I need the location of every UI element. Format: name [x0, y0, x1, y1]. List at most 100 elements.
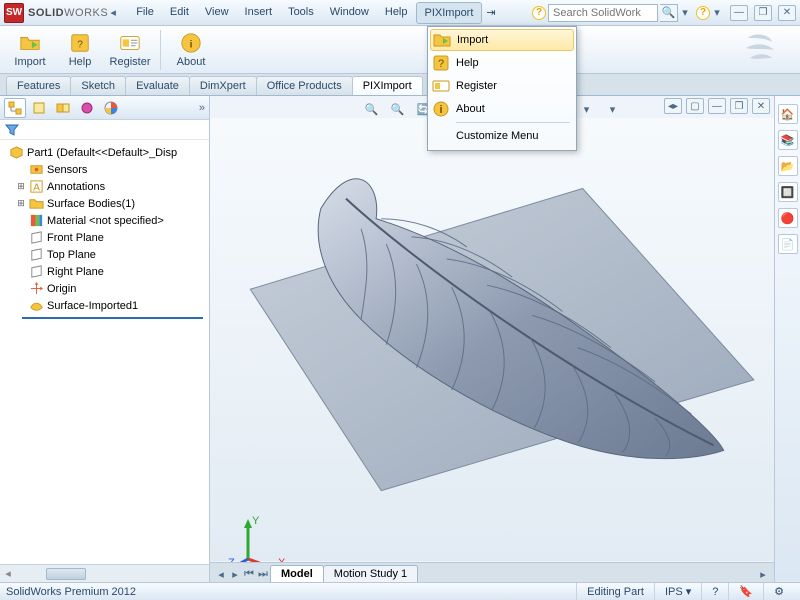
restore-icon[interactable]: ❐: [754, 5, 772, 21]
sidebar-hscroll[interactable]: ◂: [0, 564, 209, 582]
menu-item-customize[interactable]: Customize Menu: [430, 125, 574, 147]
tab-features[interactable]: Features: [6, 76, 71, 95]
titlebar: SW SOLIDWORKS ◂ File Edit View Insert To…: [0, 0, 800, 26]
doc-prev-icon[interactable]: ◂▸: [664, 98, 682, 114]
menu-item-register[interactable]: Register: [430, 75, 574, 97]
menu-item-import[interactable]: Import: [430, 29, 574, 51]
register-button[interactable]: Register: [106, 28, 154, 72]
viewport[interactable]: 🔍 🔍 🔄 ◧ ⬚▾ ◍▾ 👁▾ 🎨▾ ▾ ▾ ◂▸ ▢ — ❐ ✕: [210, 96, 774, 582]
fmtab-display[interactable]: [100, 98, 122, 118]
expander-icon[interactable]: ⊞: [16, 198, 26, 209]
doctab-model[interactable]: Model: [270, 565, 324, 582]
status-rebuild-icon[interactable]: ⚙: [763, 583, 794, 600]
doc-min-icon[interactable]: —: [708, 98, 726, 114]
rollback-bar[interactable]: [22, 317, 203, 319]
status-tag-icon[interactable]: 🔖: [728, 583, 763, 600]
menu-item-help[interactable]: ? Help: [430, 52, 574, 74]
fmtab-dimxpert[interactable]: [76, 98, 98, 118]
tree-origin[interactable]: Origin: [2, 280, 207, 297]
fmtab-tree[interactable]: [4, 98, 26, 118]
svg-text:?: ?: [438, 58, 444, 70]
register-label: Register: [110, 56, 151, 68]
tree-item-label: Surface Bodies(1): [47, 198, 135, 210]
filter-icon[interactable]: [4, 122, 20, 138]
view-settings-icon[interactable]: ▾: [603, 99, 623, 119]
tree-front-plane[interactable]: Front Plane: [2, 229, 207, 246]
task-library-icon[interactable]: 📚: [778, 130, 798, 150]
tree-right-plane[interactable]: Right Plane: [2, 263, 207, 280]
fmtab-config[interactable]: [52, 98, 74, 118]
tree-top-plane[interactable]: Top Plane: [2, 246, 207, 263]
filter-row: [0, 120, 209, 140]
tree-sensors[interactable]: Sensors: [2, 161, 207, 178]
menu-insert[interactable]: Insert: [237, 2, 281, 24]
register-card-icon: [119, 32, 141, 54]
menu-tools[interactable]: Tools: [280, 2, 322, 24]
tab-sketch[interactable]: Sketch: [70, 76, 126, 95]
doctab-scroll-right-icon[interactable]: ▸: [756, 566, 770, 582]
close-icon[interactable]: ✕: [778, 5, 796, 21]
tree-root[interactable]: Part1 (Default<<Default>_Disp: [2, 144, 207, 161]
help-label: Help: [69, 56, 92, 68]
status-units[interactable]: IPS ▾: [654, 583, 701, 600]
scroll-left-icon[interactable]: ◂: [0, 567, 16, 580]
search-icon[interactable]: 🔍: [660, 4, 678, 22]
menu-view[interactable]: View: [197, 2, 237, 24]
menu-item-about[interactable]: i About: [430, 98, 574, 120]
doctab-first-icon[interactable]: ⏮: [242, 566, 256, 582]
ds-logo: [742, 28, 794, 71]
search-input[interactable]: [548, 4, 658, 22]
app-brand: SOLIDWORKS: [28, 7, 108, 19]
menu-window[interactable]: Window: [322, 2, 377, 24]
about-button[interactable]: i About: [167, 28, 215, 72]
task-properties-icon[interactable]: 📄: [778, 234, 798, 254]
menu-bar: File Edit View Insert Tools Window Help …: [128, 2, 482, 24]
tab-piximport[interactable]: PIXImport: [352, 76, 423, 95]
menu-file[interactable]: File: [128, 2, 162, 24]
minimize-icon[interactable]: —: [730, 5, 748, 21]
zoom-fit-icon[interactable]: 🔍: [362, 99, 382, 119]
doc-window-icon[interactable]: ▢: [686, 98, 704, 114]
help2-icon[interactable]: ?: [696, 6, 710, 20]
tree-material[interactable]: Material <not specified>: [2, 212, 207, 229]
task-home-icon[interactable]: 🏠: [778, 104, 798, 124]
fmtab-overflow-icon[interactable]: »: [199, 102, 205, 114]
help-dropdown-icon[interactable]: ▾: [712, 6, 722, 19]
tree-item-label: Material <not specified>: [47, 215, 164, 227]
zoom-area-icon[interactable]: 🔍: [388, 99, 408, 119]
doctab-motion[interactable]: Motion Study 1: [323, 565, 418, 582]
help-button[interactable]: ? Help: [56, 28, 104, 72]
doc-restore-icon[interactable]: ❐: [730, 98, 748, 114]
status-help-icon[interactable]: ?: [701, 583, 728, 600]
menu-edit[interactable]: Edit: [162, 2, 197, 24]
fmtab-property[interactable]: [28, 98, 50, 118]
task-appearance-icon[interactable]: 🔴: [778, 208, 798, 228]
menu-piximport[interactable]: PIXImport: [416, 2, 483, 24]
tab-dimxpert[interactable]: DimXpert: [189, 76, 257, 95]
scene-icon[interactable]: ▾: [577, 99, 597, 119]
doc-close-icon[interactable]: ✕: [752, 98, 770, 114]
import-button[interactable]: Import: [6, 28, 54, 72]
folder-icon: [29, 196, 44, 211]
menu-collapse-icon[interactable]: ◂: [108, 6, 118, 19]
task-view-icon[interactable]: 🔲: [778, 182, 798, 202]
piximport-toolbar: Import ? Help Register i About: [0, 26, 800, 74]
help-icon[interactable]: ?: [532, 6, 546, 20]
tree-surface-bodies[interactable]: ⊞ Surface Bodies(1): [2, 195, 207, 212]
search-dropdown-icon[interactable]: ▾: [680, 6, 690, 19]
tree-annotations[interactable]: ⊞AAnnotations: [2, 178, 207, 195]
doctab-last-icon[interactable]: ⏭: [256, 566, 270, 582]
task-explorer-icon[interactable]: 📂: [778, 156, 798, 176]
tree-surface-imported[interactable]: Surface-Imported1: [2, 297, 207, 314]
expander-icon[interactable]: ⊞: [16, 181, 26, 192]
status-bar: SolidWorks Premium 2012 Editing Part IPS…: [0, 582, 800, 600]
tab-office[interactable]: Office Products: [256, 76, 353, 95]
doctab-prev-icon[interactable]: ◂: [214, 566, 228, 582]
menu-help[interactable]: Help: [377, 2, 416, 24]
pin-menu-icon[interactable]: ⇥: [482, 4, 499, 21]
model-canvas[interactable]: [210, 118, 774, 561]
scroll-thumb[interactable]: [46, 568, 86, 580]
tab-evaluate[interactable]: Evaluate: [125, 76, 190, 95]
doctab-next-icon[interactable]: ▸: [228, 566, 242, 582]
tree-item-label: Sensors: [47, 164, 87, 176]
